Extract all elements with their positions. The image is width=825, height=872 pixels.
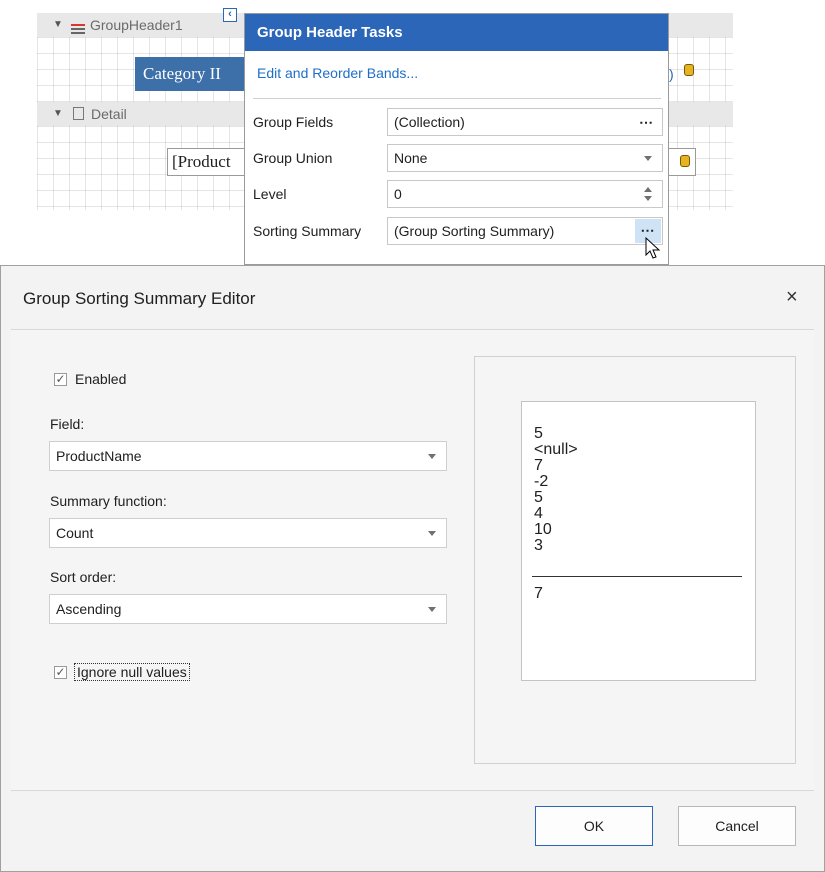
- ok-button[interactable]: OK: [535, 806, 653, 846]
- preview-values: 5 <null> 7 -2 5 4 10 3: [534, 426, 578, 554]
- preview-panel: 5 <null> 7 -2 5 4 10 3 7: [474, 356, 796, 764]
- detail-band-name: Detail: [91, 106, 127, 122]
- group-fields-field[interactable]: (Collection) ⋯: [387, 108, 663, 136]
- group-union-value: None: [394, 150, 428, 166]
- dialog-body: ✓ Enabled Field: ProductName Summary fun…: [11, 329, 814, 791]
- preview-value: 5: [534, 425, 543, 442]
- group-fields-label: Group Fields: [253, 114, 334, 130]
- chevron-down-icon[interactable]: [428, 454, 436, 459]
- detail-band-icon: [73, 107, 84, 120]
- dialog-title: Group Sorting Summary Editor: [23, 289, 256, 308]
- group-sorting-summary-editor-dialog: Group Sorting Summary Editor × ✓ Enabled…: [0, 265, 825, 872]
- cancel-button[interactable]: Cancel: [678, 806, 796, 846]
- trailing-expression-text: ): [669, 66, 674, 82]
- sorting-summary-value: (Group Sorting Summary): [394, 223, 555, 239]
- group-union-label: Group Union: [253, 150, 333, 166]
- preview-value: 7: [534, 457, 543, 474]
- chevron-down-icon[interactable]: [428, 531, 436, 536]
- database-icon: [680, 155, 690, 167]
- product-name-cell[interactable]: [Product: [167, 148, 245, 176]
- level-label: Level: [253, 186, 287, 202]
- chevron-down-icon[interactable]: [428, 607, 436, 612]
- field-select[interactable]: ProductName: [49, 441, 447, 471]
- group-header-band-icon: [71, 19, 85, 34]
- preview-result: 7: [534, 585, 543, 602]
- category-label-cell[interactable]: Category II: [135, 57, 253, 91]
- database-icon: [684, 64, 694, 76]
- edit-reorder-bands-link[interactable]: Edit and Reorder Bands...: [257, 65, 418, 81]
- sort-order-select[interactable]: Ascending: [49, 594, 447, 624]
- smart-tag-icon[interactable]: ‹: [223, 8, 237, 22]
- ignore-null-label[interactable]: Ignore null values: [74, 663, 190, 681]
- close-icon[interactable]: ×: [786, 286, 798, 309]
- sort-order-value: Ascending: [56, 601, 122, 617]
- field-value: ProductName: [56, 448, 142, 464]
- mouse-cursor-icon: [645, 237, 661, 259]
- summary-function-label: Summary function:: [50, 493, 167, 509]
- collapse-triangle-icon[interactable]: ▼: [53, 13, 63, 37]
- ellipsis-icon[interactable]: ⋯: [639, 109, 654, 135]
- enabled-checkbox[interactable]: ✓: [54, 373, 67, 386]
- tasks-separator: [253, 98, 661, 99]
- preview-value: <null>: [534, 441, 578, 458]
- sorting-summary-label: Sorting Summary: [253, 223, 362, 239]
- enabled-label: Enabled: [75, 371, 127, 387]
- level-value: 0: [394, 186, 402, 202]
- sorting-summary-field[interactable]: (Group Sorting Summary) ⋯: [387, 217, 663, 245]
- field-label: Field:: [50, 416, 85, 432]
- level-spin-editor[interactable]: 0: [387, 180, 663, 208]
- collapse-triangle-icon[interactable]: ▼: [53, 102, 63, 126]
- preview-list: 5 <null> 7 -2 5 4 10 3 7: [521, 401, 756, 681]
- summary-function-value: Count: [56, 525, 94, 541]
- preview-divider: [532, 576, 742, 577]
- group-union-select[interactable]: None: [387, 144, 663, 172]
- preview-value: -2: [534, 473, 549, 490]
- group-header-tasks-panel: Group Header Tasks Edit and Reorder Band…: [244, 13, 669, 265]
- sort-order-label: Sort order:: [50, 569, 117, 585]
- preview-value: 4: [534, 505, 543, 522]
- chevron-down-icon[interactable]: [644, 156, 652, 161]
- preview-value: 10: [534, 521, 552, 538]
- ignore-null-checkbox[interactable]: ✓: [54, 666, 67, 679]
- summary-function-select[interactable]: Count: [49, 518, 447, 548]
- group-fields-value: (Collection): [394, 114, 465, 130]
- preview-value: 3: [534, 537, 543, 554]
- spin-down-icon[interactable]: [644, 196, 652, 201]
- preview-value: 5: [534, 489, 543, 506]
- tasks-panel-title: Group Header Tasks: [245, 14, 668, 51]
- spin-up-icon[interactable]: [644, 187, 652, 192]
- group-header-band-name: GroupHeader1: [90, 17, 183, 33]
